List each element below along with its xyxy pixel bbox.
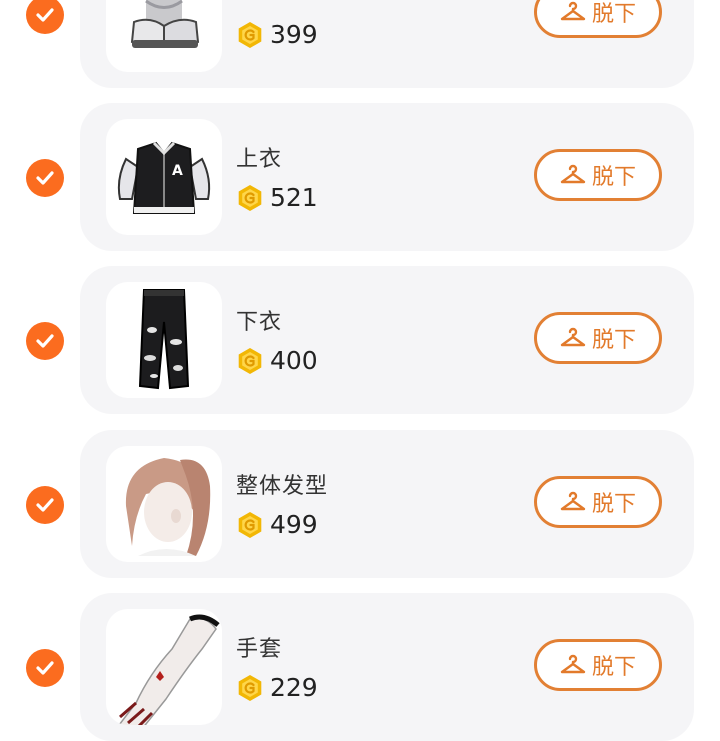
hanger-icon — [560, 327, 586, 347]
item-card: 手套 229 脱下 — [80, 593, 694, 741]
selected-check-icon[interactable] — [26, 159, 64, 197]
coin-icon — [238, 184, 262, 211]
price-value: 400 — [270, 346, 318, 375]
list-item: 下衣 400 脱下 — [0, 266, 720, 414]
item-name: 下衣 — [236, 310, 283, 335]
item-price: 521 — [236, 183, 318, 212]
unequip-label: 脱下 — [591, 165, 636, 190]
selected-check-icon[interactable] — [26, 0, 64, 34]
hanger-icon — [560, 654, 586, 674]
price-value: 229 — [270, 673, 318, 702]
item-price: 499 — [236, 510, 318, 539]
shoes-image — [106, 0, 222, 72]
ponytail-hair-image — [106, 446, 222, 562]
coin-icon — [238, 674, 262, 701]
selected-check-icon[interactable] — [26, 649, 64, 687]
unequip-label: 脱下 — [591, 2, 636, 27]
item-price: 400 — [236, 346, 318, 375]
list-item: 手套 229 脱下 — [0, 593, 720, 741]
svg-text:A: A — [172, 163, 183, 179]
hanger-icon — [560, 491, 586, 511]
item-card: A 上衣 521 脱下 — [80, 103, 694, 251]
price-value: 399 — [270, 20, 318, 49]
item-name: 上衣 — [236, 147, 283, 172]
unequip-button[interactable]: 脱下 — [534, 639, 662, 691]
unequip-button[interactable]: 脱下 — [534, 0, 662, 38]
list-item: A 上衣 521 脱下 — [0, 103, 720, 251]
item-name: 整体发型 — [236, 474, 329, 499]
item-price: 229 — [236, 673, 318, 702]
ripped-jeans-image — [106, 282, 222, 398]
coin-icon — [238, 21, 262, 48]
coin-icon — [238, 511, 262, 538]
selected-check-icon[interactable] — [26, 322, 64, 360]
unequip-label: 脱下 — [591, 492, 636, 517]
selected-check-icon[interactable] — [26, 486, 64, 524]
unequip-button[interactable]: 脱下 — [534, 476, 662, 528]
coin-icon — [238, 347, 262, 374]
list-item: 399 脱下 — [0, 0, 720, 88]
item-price: 399 — [236, 20, 318, 49]
price-value: 521 — [270, 183, 318, 212]
item-name: 手套 — [236, 637, 283, 662]
item-card: 整体发型 499 脱下 — [80, 430, 694, 578]
unequip-label: 脱下 — [591, 328, 636, 353]
item-card: 399 脱下 — [80, 0, 694, 88]
unequip-button[interactable]: 脱下 — [534, 312, 662, 364]
price-value: 499 — [270, 510, 318, 539]
item-card: 下衣 400 脱下 — [80, 266, 694, 414]
unequip-button[interactable]: 脱下 — [534, 149, 662, 201]
hanger-icon — [560, 1, 586, 21]
unequip-label: 脱下 — [591, 655, 636, 680]
gloves-image — [106, 609, 222, 725]
varsity-jacket-image: A — [106, 119, 222, 235]
list-item: 整体发型 499 脱下 — [0, 430, 720, 578]
hanger-icon — [560, 164, 586, 184]
